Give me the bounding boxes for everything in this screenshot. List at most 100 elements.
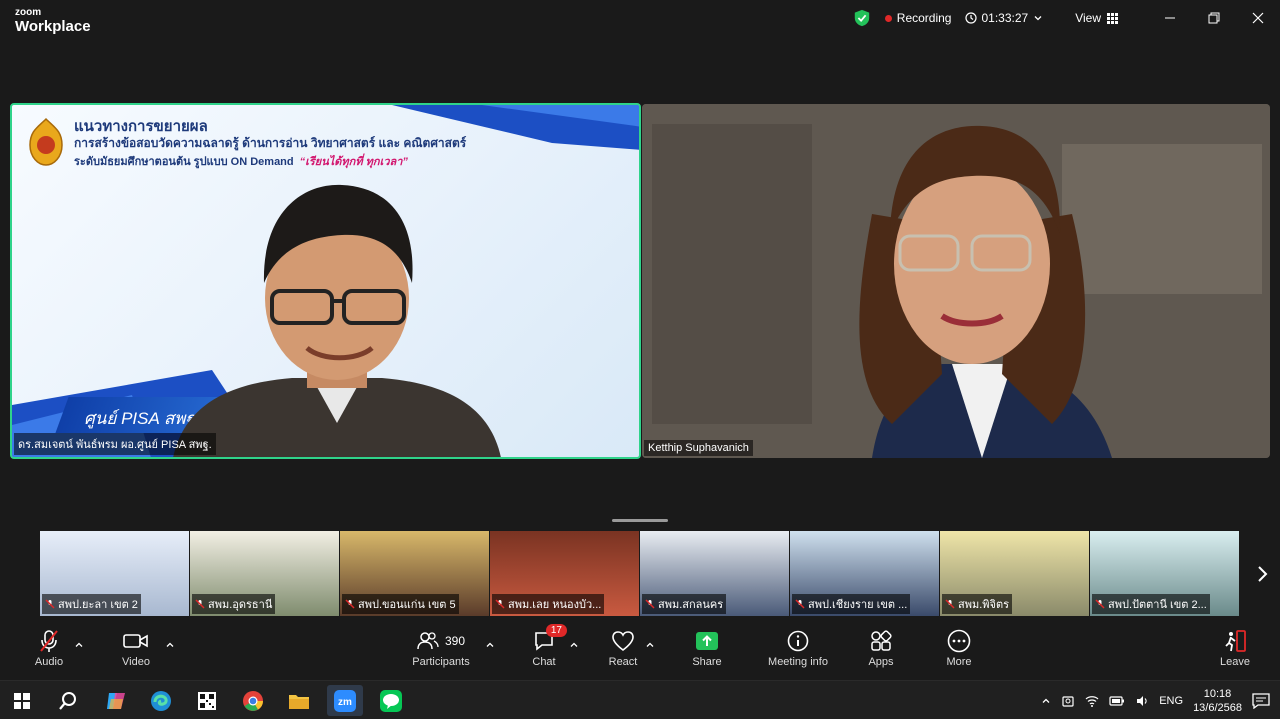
filmstrip-tile[interactable]: สพม.พิจิตร bbox=[940, 531, 1090, 616]
taskbar-file-explorer[interactable] bbox=[281, 685, 317, 716]
leave-door-icon bbox=[1225, 630, 1246, 652]
taskbar-line[interactable] bbox=[373, 685, 409, 716]
video-button[interactable]: Video bbox=[114, 626, 158, 680]
info-icon bbox=[787, 630, 809, 652]
filmstrip-tile[interactable]: สพป.ปัตตานี เขต 2... bbox=[1090, 531, 1240, 616]
taskbar-clock[interactable]: 10:18 13/6/2568 bbox=[1193, 687, 1242, 715]
meeting-timer[interactable]: 01:33:27 bbox=[965, 11, 1047, 25]
notifications-icon[interactable] bbox=[1252, 692, 1270, 709]
filmstrip-tile[interactable]: สพป.ยะลา เขต 2 bbox=[40, 531, 190, 616]
start-button[interactable] bbox=[4, 685, 40, 716]
video-camera-icon bbox=[123, 634, 148, 648]
line-app-icon bbox=[380, 689, 402, 712]
audio-options-caret-icon[interactable] bbox=[74, 640, 84, 650]
restore-icon bbox=[1208, 12, 1220, 24]
react-button[interactable]: React bbox=[604, 626, 642, 680]
leave-label: Leave bbox=[1220, 656, 1250, 668]
share-button[interactable]: Share bbox=[688, 626, 726, 680]
record-dot-icon bbox=[884, 14, 892, 22]
filmstrip-tile[interactable]: สพป.ขอนแก่น เขต 5 bbox=[340, 531, 490, 616]
apps-label: Apps bbox=[868, 656, 894, 668]
more-icon bbox=[947, 629, 971, 653]
view-button[interactable]: View bbox=[1075, 11, 1118, 25]
video-tile-active-speaker[interactable]: แนวทางการขยายผล การสร้างข้อสอบวัดความฉลา… bbox=[10, 103, 641, 459]
view-label: View bbox=[1075, 11, 1101, 25]
input-language[interactable]: ENG bbox=[1159, 695, 1183, 707]
clock-time: 10:18 bbox=[1203, 687, 1232, 700]
participants-label: Participants bbox=[412, 656, 470, 668]
filmstrip-tile[interactable]: สพม.สกลนคร bbox=[640, 531, 790, 616]
leave-button[interactable]: Leave bbox=[1218, 626, 1252, 680]
battery-icon[interactable] bbox=[1109, 695, 1125, 707]
windows-logo-icon bbox=[14, 692, 30, 709]
video-tile-participant[interactable]: Ketthip Suphavanich bbox=[642, 104, 1270, 458]
meet-now-icon[interactable] bbox=[1061, 694, 1075, 708]
audio-button[interactable]: Audio bbox=[28, 626, 70, 680]
zoom-window: zoom Workplace Recording 01:33:27 View แ… bbox=[0, 0, 1280, 719]
clock-icon bbox=[965, 12, 978, 24]
participant-name: สพป.เชียงราย เขต ... bbox=[808, 599, 908, 611]
video-options-caret-icon[interactable] bbox=[165, 640, 175, 650]
filmstrip-tile[interactable]: สพป.เชียงราย เขต ... bbox=[790, 531, 940, 616]
recording-indicator[interactable]: Recording bbox=[884, 11, 952, 25]
wifi-icon[interactable] bbox=[1085, 694, 1099, 708]
participant-name: สพม.อุดรธานี bbox=[208, 599, 273, 611]
recording-label: Recording bbox=[896, 11, 952, 25]
title-bar: zoom Workplace Recording 01:33:27 View bbox=[0, 0, 1280, 40]
minimize-icon bbox=[1165, 17, 1175, 19]
qr-code-icon bbox=[198, 691, 216, 710]
meeting-info-button[interactable]: Meeting info bbox=[764, 626, 832, 680]
slide-highlight: “เรียนได้ทุกที่ ทุกเวลา” bbox=[299, 156, 408, 168]
filmstrip-resize-handle[interactable] bbox=[612, 519, 668, 522]
close-button[interactable] bbox=[1236, 0, 1280, 36]
copilot-icon bbox=[107, 692, 125, 709]
filmstrip-next-button[interactable] bbox=[1252, 560, 1272, 588]
apps-button[interactable]: Apps bbox=[864, 626, 898, 680]
taskbar-edge[interactable] bbox=[143, 685, 179, 716]
mic-muted-icon bbox=[195, 599, 205, 609]
edge-browser-icon bbox=[151, 690, 171, 711]
chevron-right-icon bbox=[1258, 566, 1268, 582]
volume-icon[interactable] bbox=[1135, 694, 1149, 708]
taskbar-chrome[interactable] bbox=[235, 685, 271, 716]
share-screen-icon bbox=[696, 632, 718, 650]
brand-top: zoom bbox=[15, 7, 42, 18]
filmstrip-tile[interactable]: สพม.อุดรธานี bbox=[190, 531, 340, 616]
restore-button[interactable] bbox=[1192, 0, 1236, 36]
filmstrip: สพป.ยะลา เขต 2 สพม.อุดรธานี สพป.ขอนแก่น … bbox=[40, 531, 1240, 616]
chat-options-caret-icon[interactable] bbox=[569, 640, 579, 650]
participants-options-caret-icon[interactable] bbox=[485, 640, 495, 650]
taskbar-copilot[interactable] bbox=[98, 685, 134, 716]
system-tray: ENG 10:18 13/6/2568 bbox=[1041, 681, 1280, 719]
react-options-caret-icon[interactable] bbox=[645, 640, 655, 650]
participant-name: สพม.สกลนคร bbox=[658, 599, 724, 611]
participant-name: ดร.สมเจตน์ พันธ์พรม ผอ.ศูนย์ PISA สพฐ. bbox=[14, 433, 216, 455]
svg-text:zm: zm bbox=[338, 697, 352, 708]
zoom-logo: zoom Workplace bbox=[15, 7, 91, 35]
mic-muted-icon bbox=[795, 599, 805, 609]
heart-icon bbox=[612, 631, 634, 652]
participant-video bbox=[642, 104, 1270, 458]
mic-muted-icon bbox=[45, 599, 55, 609]
brand-bottom: Workplace bbox=[15, 18, 91, 35]
more-button[interactable]: More bbox=[942, 626, 976, 680]
participant-name: สพม.เลย หนองบัว... bbox=[508, 599, 602, 611]
obec-emblem-icon bbox=[29, 117, 63, 166]
chevron-down-icon bbox=[1034, 16, 1042, 21]
apps-icon bbox=[871, 630, 892, 651]
taskbar-qr-app[interactable] bbox=[189, 685, 225, 716]
taskbar-search[interactable] bbox=[50, 685, 86, 716]
mic-muted-icon bbox=[645, 599, 655, 609]
slide-subtitle: การสร้างข้อสอบวัดความฉลาดรู้ ด้านการอ่าน… bbox=[74, 136, 467, 150]
minimize-button[interactable] bbox=[1148, 0, 1192, 36]
mic-muted-icon bbox=[345, 599, 355, 609]
filmstrip-tile[interactable]: สพม.เลย หนองบัว... bbox=[490, 531, 640, 616]
participant-name: สพป.ยะลา เขต 2 bbox=[58, 599, 138, 611]
participants-button[interactable]: 390 Participants bbox=[405, 626, 477, 680]
security-shield-icon[interactable] bbox=[853, 9, 871, 27]
chevron-up-icon[interactable] bbox=[1041, 696, 1051, 706]
chat-button[interactable]: 17 Chat bbox=[528, 624, 567, 680]
taskbar-zoom[interactable]: zm bbox=[327, 685, 363, 716]
participants-icon bbox=[417, 632, 439, 650]
participants-count: 390 bbox=[444, 634, 466, 648]
